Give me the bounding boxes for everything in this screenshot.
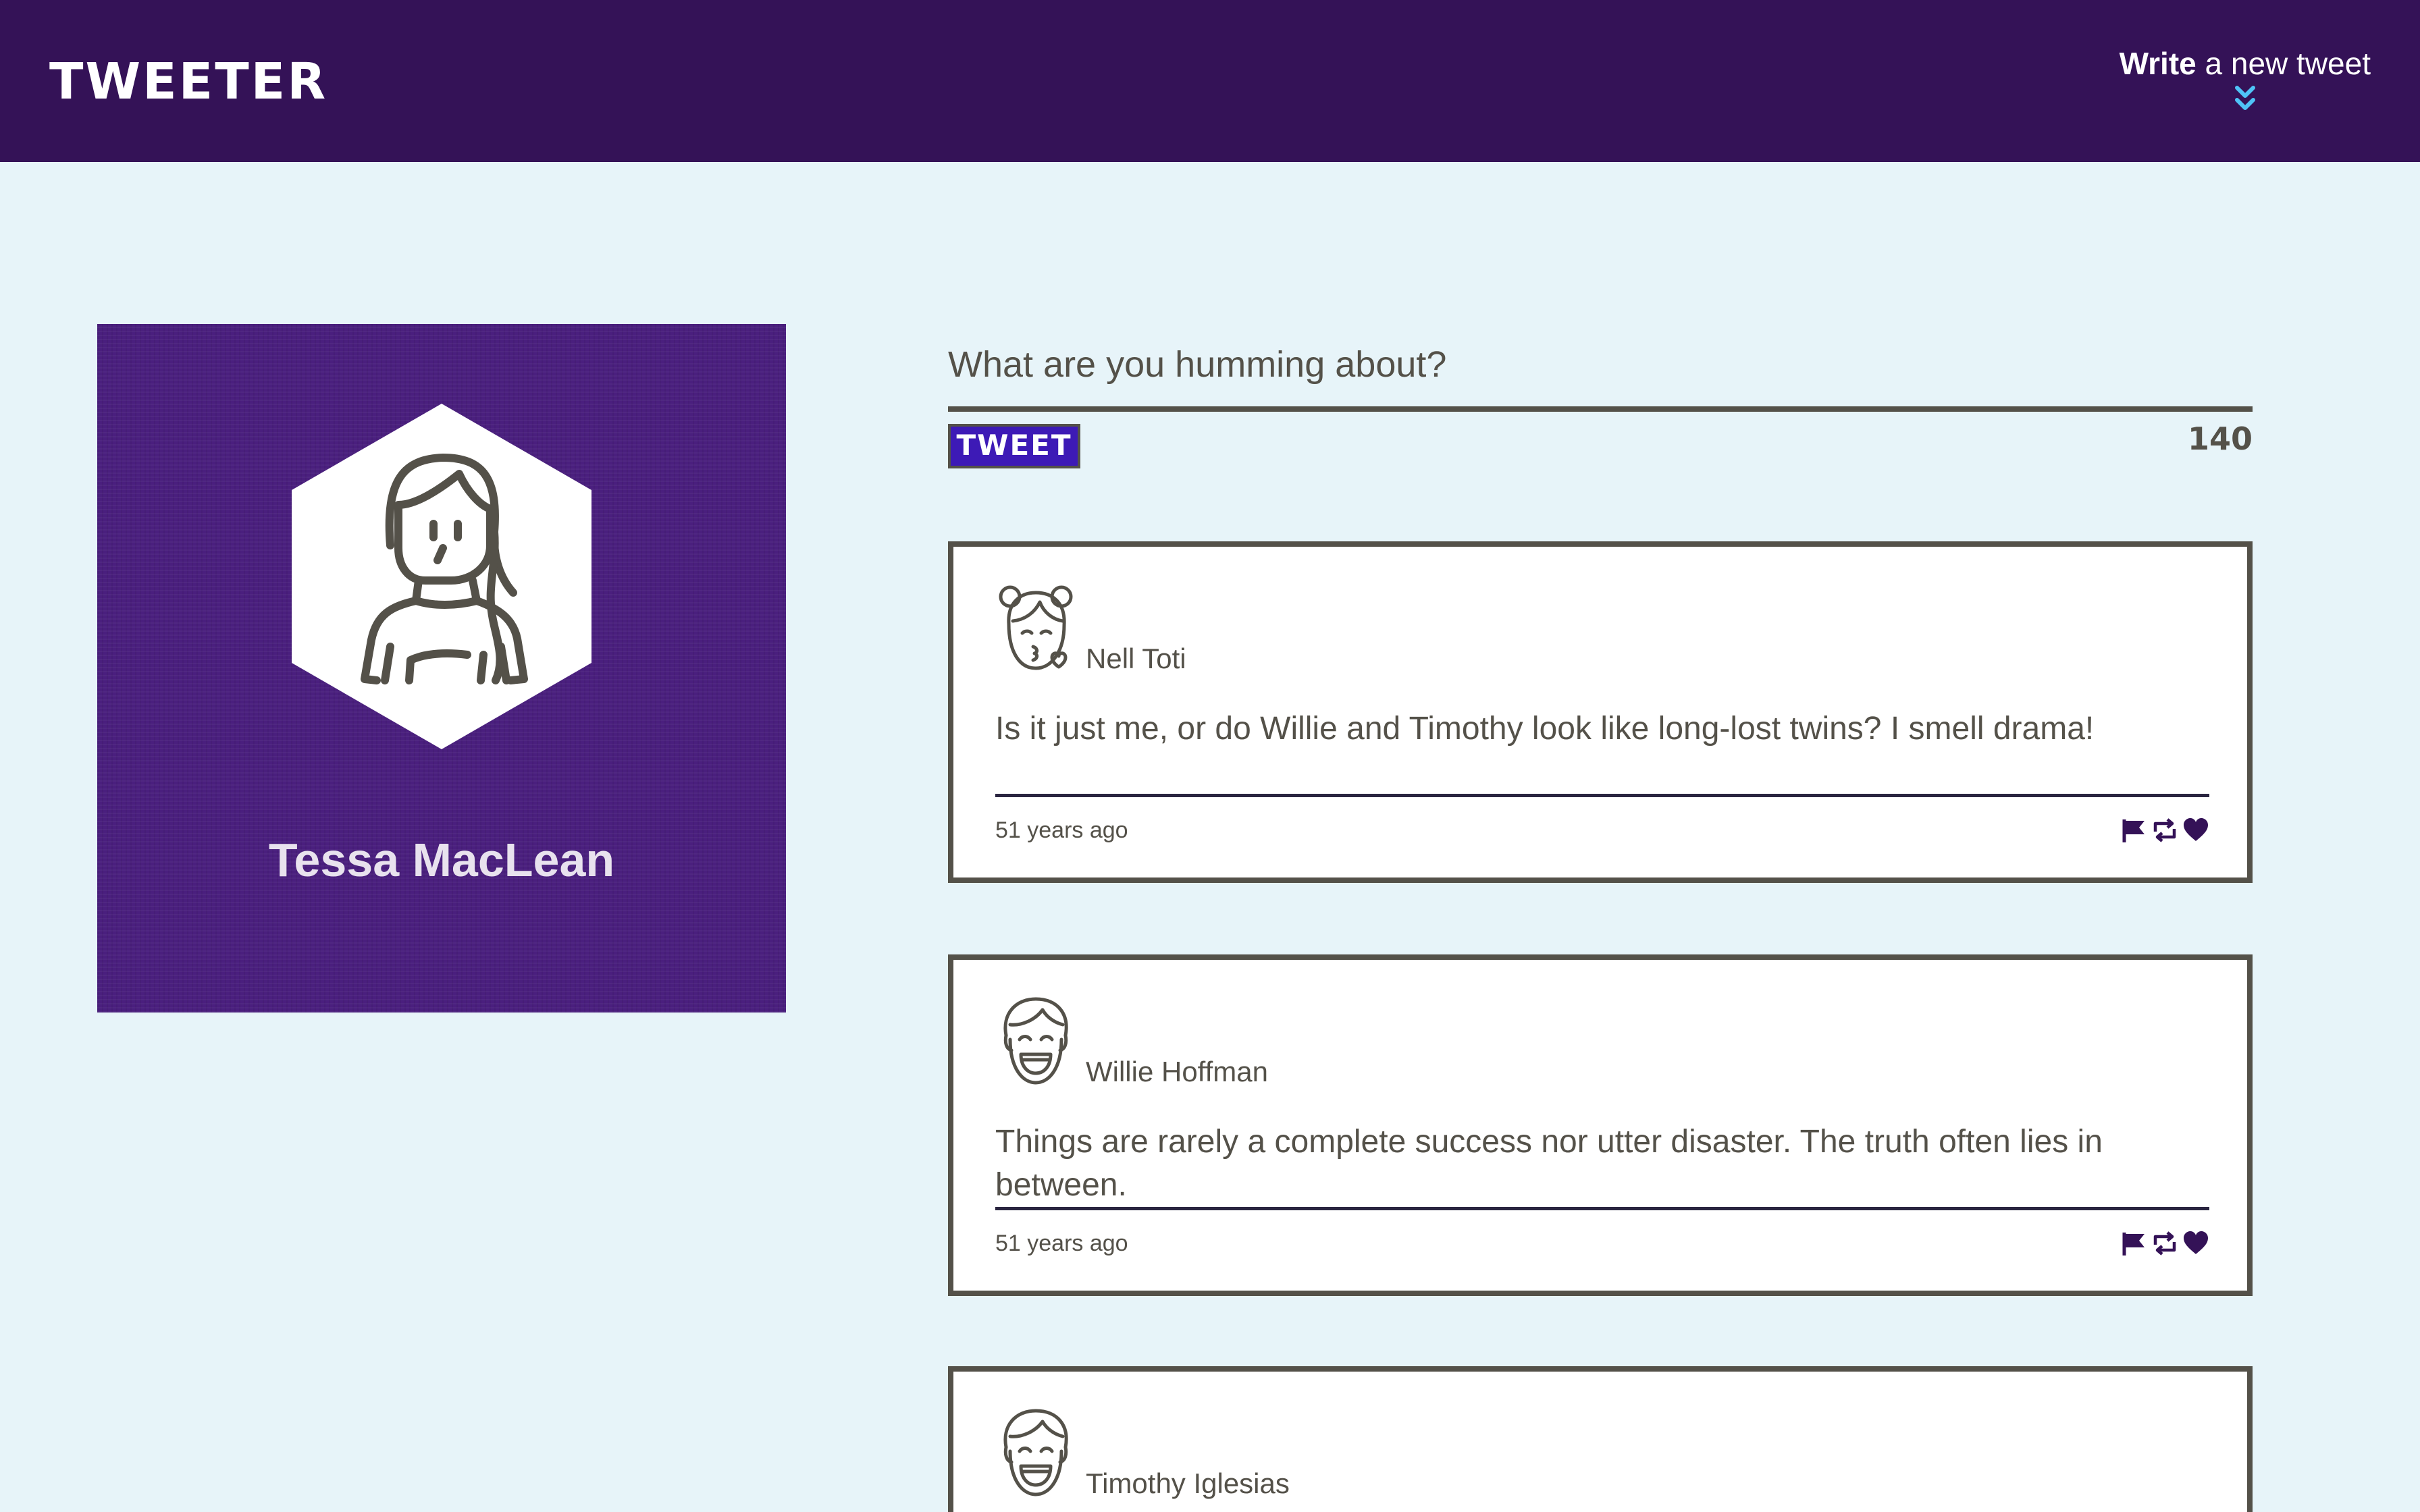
profile-card: Tessa MacLean — [97, 324, 786, 1013]
heart-icon[interactable] — [2182, 817, 2209, 844]
tweet-timestamp: 51 years ago — [995, 817, 1128, 843]
laughing-boy-avatar-icon — [1003, 1409, 1068, 1496]
tweet-actions — [2120, 1228, 2209, 1258]
tweet-actions — [2120, 815, 2209, 845]
top-nav: TWEETER Write a new tweet — [0, 0, 2420, 162]
double-chevron-down-icon[interactable] — [2232, 84, 2259, 113]
woman-avatar-icon — [292, 404, 591, 749]
app-logo[interactable]: TWEETER — [49, 51, 327, 112]
tweet-card: Willie Hoffman Things are rarely a compl… — [948, 954, 2253, 1296]
girl-avatar-icon — [999, 585, 1073, 670]
tweet-input[interactable] — [948, 317, 2253, 412]
retweet-icon[interactable] — [2151, 1230, 2178, 1257]
tweet-button[interactable]: TWEET — [948, 424, 1080, 468]
tweet-author[interactable]: Nell Toti — [1086, 641, 1186, 676]
compose-label-bold: Write — [2119, 46, 2197, 81]
compose-label: Write a new tweet — [2120, 46, 2371, 81]
tweet-author[interactable]: Timothy Iglesias — [1086, 1466, 1290, 1501]
tweet-author[interactable]: Willie Hoffman — [1086, 1054, 1268, 1089]
flag-icon[interactable] — [2120, 817, 2147, 844]
tweet-card: Nell Toti Is it just me, or do Willie an… — [948, 541, 2253, 883]
tweet-divider — [995, 1207, 2209, 1210]
profile-name: Tessa MacLean — [268, 834, 615, 886]
tweet-card: Timothy Iglesias — [948, 1366, 2253, 1512]
flag-icon[interactable] — [2120, 1230, 2147, 1257]
tweet-divider — [995, 794, 2209, 797]
compose-label-rest: a new tweet — [2196, 46, 2371, 81]
tweet-body: Is it just me, or do Willie and Timothy … — [995, 711, 2095, 747]
tweet-body: Things are rarely a complete success nor… — [995, 1124, 2103, 1203]
tweet-composer: TWEET 140 — [948, 317, 2253, 468]
tweet-timestamp: 51 years ago — [995, 1231, 1128, 1256]
retweet-icon[interactable] — [2151, 817, 2178, 844]
write-new-tweet-toggle[interactable]: Write a new tweet — [2120, 43, 2371, 113]
laughing-boy-avatar-icon — [1003, 997, 1068, 1085]
heart-icon[interactable] — [2182, 1230, 2209, 1257]
character-counter: 140 — [2187, 421, 2253, 457]
